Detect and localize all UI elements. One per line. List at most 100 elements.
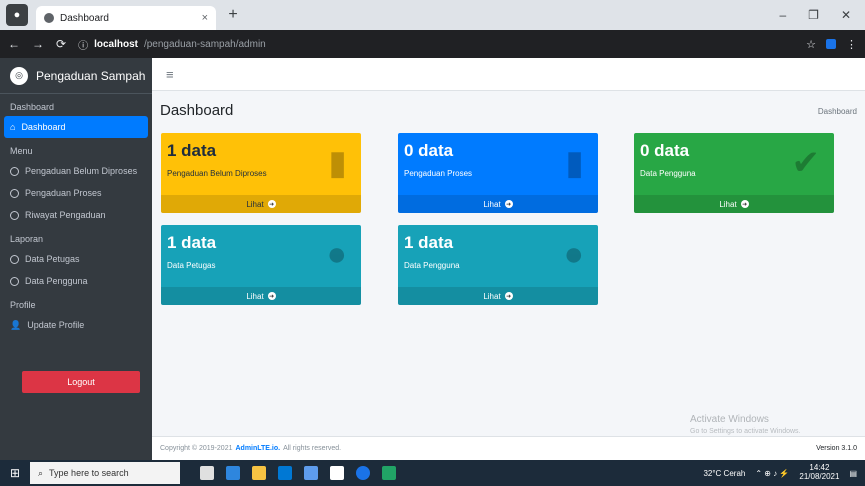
card-label: Pengaduan Proses (404, 169, 473, 178)
windows-start-icon[interactable]: ⊞ (0, 460, 30, 486)
arrow-circle-right-icon: ➜ (504, 200, 513, 208)
card-footer-label: Lihat (719, 199, 737, 209)
date-text: 21/08/2021 (799, 472, 840, 481)
browser-tab[interactable]: Dashboard × (36, 6, 216, 30)
top-navbar: ≡ (152, 58, 865, 91)
logout-button[interactable]: Logout (22, 371, 140, 393)
small-box-card: 1 data Data Petugas ● Lihat ➜ (161, 225, 361, 305)
card-footer-label: Lihat (246, 199, 264, 209)
url-host: localhost (94, 38, 138, 50)
card-label: Data Pengguna (640, 169, 696, 178)
browser-menu-icon[interactable]: ⋮ (846, 38, 857, 51)
brand-logo-icon: ◎ (10, 66, 28, 85)
sidebar-item-label: Riwayat Pengaduan (25, 210, 106, 220)
file-explorer-icon[interactable] (252, 466, 266, 480)
sidebar-item-dashboard[interactable]: ⌂ Dashboard (4, 116, 148, 138)
home-icon: ⌂ (10, 122, 16, 132)
small-box-card: 0 data Pengaduan Proses ▮ Lihat ➜ (398, 133, 598, 213)
task-view-icon[interactable] (200, 466, 214, 480)
tab-close-button[interactable]: × (202, 12, 208, 24)
weather-text[interactable]: 32°C Cerah (703, 469, 745, 478)
sidebar-item-data-petugas[interactable]: Data Petugas (0, 248, 152, 270)
card-footer-link[interactable]: Lihat ➜ (398, 195, 598, 213)
window-controls: – ❐ ✕ (779, 8, 865, 22)
circle-icon (10, 276, 19, 286)
sidebar-item-label: Data Pengguna (25, 276, 88, 286)
card-footer-label: Lihat (483, 199, 501, 209)
bookmark-star-icon[interactable]: ☆ (806, 38, 816, 51)
card-value: 1 data (167, 233, 217, 252)
browser-tab-bar: ● Dashboard × + – ❐ ✕ (0, 0, 865, 30)
card-footer-link[interactable]: Lihat ➜ (161, 287, 361, 305)
notepad-icon[interactable] (330, 466, 344, 480)
card-label: Pengaduan Belum Diproses (167, 169, 267, 178)
arrow-circle-right-icon: ➜ (740, 200, 749, 208)
card-value: 0 data (404, 141, 454, 160)
clipboard-check-icon: ✔ (791, 144, 821, 182)
browser-profile-icon[interactable]: ● (6, 4, 28, 26)
close-window-button[interactable]: ✕ (841, 8, 851, 22)
sidebar-item-pengaduan-belum[interactable]: Pengaduan Belum Diproses (0, 160, 152, 182)
taskbar-search-input[interactable]: ⌕ Type here to search (30, 462, 180, 484)
notification-icon[interactable]: ▤ (849, 469, 857, 478)
sidebar-item-riwayat[interactable]: Riwayat Pengaduan (0, 204, 152, 226)
sidebar-item-pengaduan-proses[interactable]: Pengaduan Proses (0, 182, 152, 204)
card-value: 0 data (640, 141, 690, 160)
edge-icon[interactable] (226, 466, 240, 480)
card-footer-link[interactable]: Lihat ➜ (398, 287, 598, 305)
store-icon[interactable] (278, 466, 292, 480)
sidebar-item-label: Dashboard (21, 122, 66, 132)
brand-link[interactable]: ◎ Pengaduan Sampah (0, 58, 152, 94)
copyright-link[interactable]: AdminLTE.io. (235, 445, 280, 452)
hamburger-menu-icon[interactable]: ≡ (166, 67, 174, 82)
card-footer-link[interactable]: Lihat ➜ (161, 195, 361, 213)
activate-windows-watermark: Activate Windows (690, 414, 769, 425)
arrow-circle-right-icon: ➜ (504, 292, 513, 300)
system-tray: 32°C Cerah ⌃ ⊕ ♪ ⚡ 14:42 21/08/2021 ▤ (703, 463, 865, 482)
circle-icon (10, 166, 19, 176)
extension-icon[interactable] (826, 39, 836, 49)
nav-header-profile: Profile (10, 300, 36, 310)
main-content: Dashboard Dashboard 1 data Pengaduan Bel… (152, 91, 865, 436)
nav-header-laporan: Laporan (10, 234, 44, 244)
sidebar-item-update-profile[interactable]: 👤 Update Profile (0, 314, 152, 336)
card-footer-link[interactable]: Lihat ➜ (634, 195, 834, 213)
card-value: 1 data (404, 233, 454, 252)
arrow-circle-right-icon: ➜ (267, 200, 276, 208)
card-label: Data Pengguna (404, 261, 460, 270)
vscode-icon[interactable] (304, 466, 318, 480)
reload-button[interactable]: ⟳ (56, 37, 66, 51)
user-icon: ● (563, 235, 584, 273)
back-button[interactable]: ← (8, 37, 20, 51)
site-info-icon[interactable]: ⓘ (78, 37, 88, 52)
clock[interactable]: 14:42 21/08/2021 (799, 463, 840, 482)
maximize-button[interactable]: ❐ (808, 8, 819, 22)
card-value: 1 data (167, 141, 217, 160)
page-title: Dashboard (160, 102, 234, 119)
copyright-text: Copyright © 2019-2021 (160, 445, 233, 452)
nav-header-menu: Menu (10, 146, 33, 156)
circle-icon (10, 254, 19, 264)
small-box-card: 1 data Pengaduan Belum Diproses ▮ Lihat … (161, 133, 361, 213)
excel-icon[interactable] (382, 466, 396, 480)
brand-text: Pengaduan Sampah (36, 68, 146, 83)
tab-title: Dashboard (60, 12, 109, 24)
forward-button[interactable]: → (32, 37, 44, 51)
circle-icon (10, 188, 19, 198)
url-field[interactable]: ⓘ localhost/pengaduan-sampah/admin (78, 34, 795, 54)
sidebar-item-label: Pengaduan Belum Diproses (25, 166, 138, 176)
clipboard-icon: ▮ (328, 144, 347, 182)
page-footer: Copyright © 2019-2021 AdminLTE.io. All r… (152, 436, 865, 460)
clipboard-list-icon: ▮ (565, 144, 584, 182)
card-footer-label: Lihat (483, 291, 501, 301)
arrow-circle-right-icon: ➜ (267, 292, 276, 300)
minimize-button[interactable]: – (779, 8, 786, 22)
tray-icons[interactable]: ⌃ ⊕ ♪ ⚡ (755, 469, 789, 478)
sidebar-item-label: Update Profile (27, 320, 85, 330)
sidebar-item-data-pengguna[interactable]: Data Pengguna (0, 270, 152, 292)
nav-header-dashboard: Dashboard (10, 102, 55, 112)
chrome-icon[interactable] (356, 466, 370, 480)
address-bar-actions: ☆ ⋮ (806, 38, 857, 51)
breadcrumb[interactable]: Dashboard (818, 107, 857, 116)
new-tab-button[interactable]: + (222, 4, 244, 26)
